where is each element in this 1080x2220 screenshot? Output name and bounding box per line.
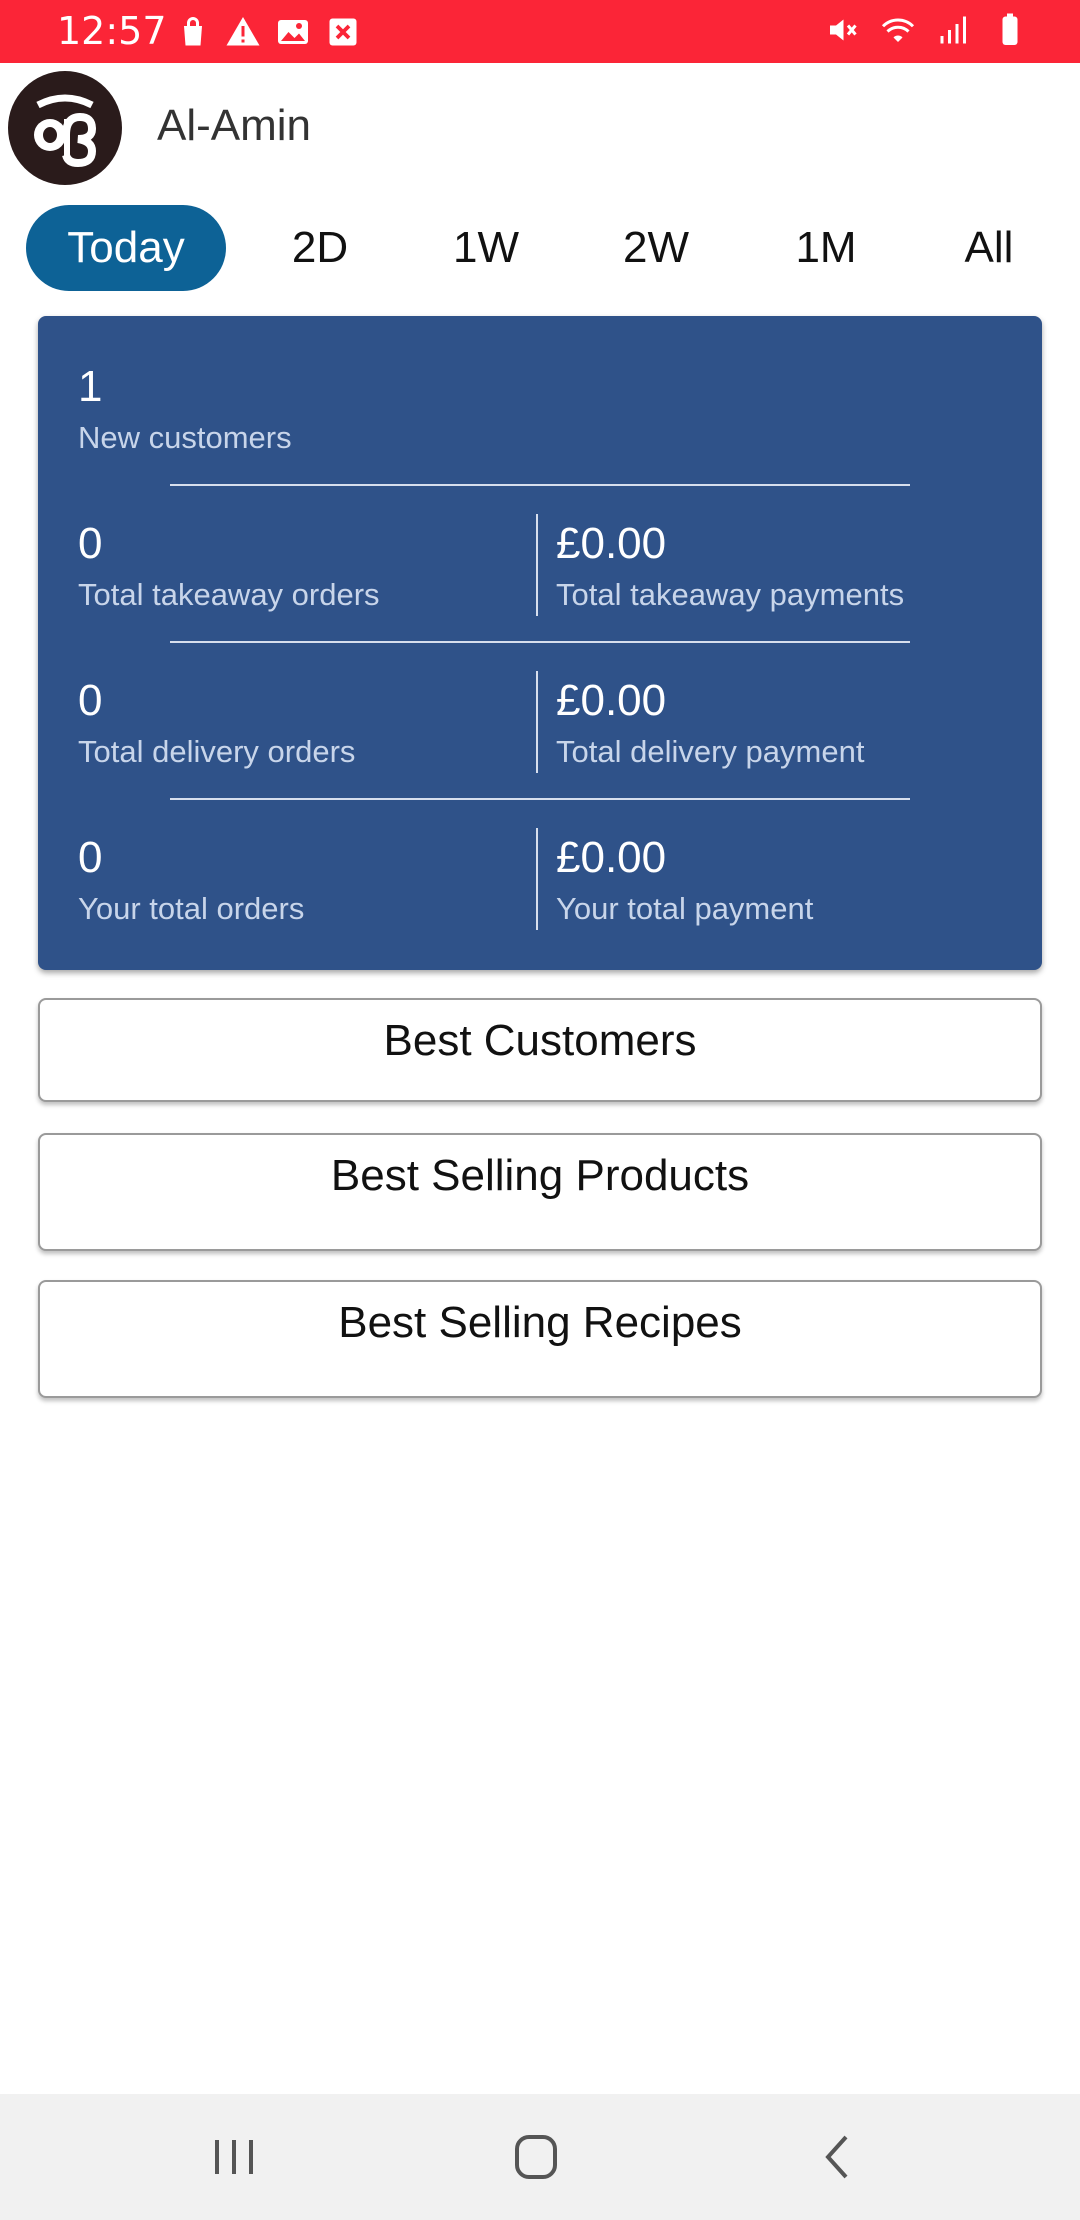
new-customers-value: 1 bbox=[78, 362, 103, 411]
vertical-divider bbox=[536, 671, 538, 773]
total-payment-value: £0.00 bbox=[556, 833, 667, 882]
user-name: Al-Amin bbox=[157, 101, 312, 150]
vertical-divider bbox=[536, 514, 538, 616]
best-selling-products-button[interactable]: Best Selling Products bbox=[38, 1133, 1042, 1251]
tab-today[interactable]: Today bbox=[26, 205, 226, 291]
summary-card: 1 New customers 0 Total takeaway orders … bbox=[38, 316, 1042, 970]
total-orders-label: Your total orders bbox=[78, 891, 305, 926]
recent-apps-icon[interactable] bbox=[204, 2132, 264, 2182]
avatar[interactable] bbox=[8, 71, 122, 185]
total-payment-label: Your total payment bbox=[556, 891, 814, 926]
wifi-icon bbox=[881, 18, 915, 42]
takeaway-orders-label: Total takeaway orders bbox=[78, 577, 380, 612]
delivery-orders-label: Total delivery orders bbox=[78, 734, 356, 769]
status-left-icons bbox=[175, 14, 361, 50]
back-icon[interactable] bbox=[808, 2132, 868, 2182]
battery-icon bbox=[1002, 13, 1018, 45]
divider bbox=[170, 641, 910, 643]
app-header: Al-Amin bbox=[0, 63, 1080, 193]
best-selling-recipes-button[interactable]: Best Selling Recipes bbox=[38, 1280, 1042, 1398]
system-nav-bar bbox=[0, 2094, 1080, 2220]
image-icon bbox=[278, 20, 308, 44]
status-time: 12:57 bbox=[57, 9, 167, 53]
mute-icon bbox=[830, 19, 857, 41]
delivery-orders-value: 0 bbox=[78, 676, 103, 725]
status-right-icons bbox=[824, 12, 1028, 48]
period-tabs: Today 2D 1W 2W 1M All bbox=[0, 205, 1080, 293]
tab-2w[interactable]: 2W bbox=[596, 205, 716, 291]
takeaway-payments-value: £0.00 bbox=[556, 519, 667, 568]
vertical-divider bbox=[536, 828, 538, 930]
shopping-bag-icon bbox=[184, 17, 202, 46]
delivery-payment-label: Total delivery payment bbox=[556, 734, 865, 769]
tab-1m[interactable]: 1M bbox=[766, 205, 886, 291]
signal-icon bbox=[940, 16, 966, 44]
home-icon[interactable] bbox=[506, 2132, 566, 2182]
divider bbox=[170, 484, 910, 486]
takeaway-orders-value: 0 bbox=[78, 519, 103, 568]
close-box-icon bbox=[329, 18, 357, 46]
logo-avatar-icon bbox=[34, 94, 97, 168]
tab-all[interactable]: All bbox=[929, 205, 1049, 291]
best-customers-button[interactable]: Best Customers bbox=[38, 998, 1042, 1102]
divider bbox=[170, 798, 910, 800]
tab-1w[interactable]: 1W bbox=[426, 205, 546, 291]
tab-2d[interactable]: 2D bbox=[260, 205, 380, 291]
warning-icon bbox=[226, 17, 260, 46]
delivery-payment-value: £0.00 bbox=[556, 676, 667, 725]
total-orders-value: 0 bbox=[78, 833, 103, 882]
new-customers-label: New customers bbox=[78, 420, 292, 455]
takeaway-payments-label: Total takeaway payments bbox=[556, 577, 905, 612]
status-bar: 12:57 bbox=[0, 0, 1080, 63]
screen: 12:57 Al-Amin Today 2D 1W 2W 1M All 1 Ne… bbox=[0, 0, 1080, 2220]
